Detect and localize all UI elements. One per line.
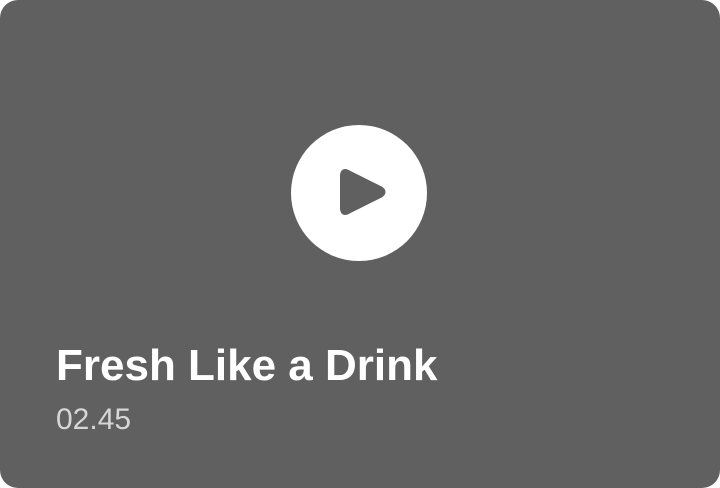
video-card[interactable]: Fresh Like a Drink 02.45 [0,0,720,488]
video-title: Fresh Like a Drink [56,341,438,390]
play-button[interactable] [291,125,427,261]
play-icon [340,169,386,215]
video-duration: 02.45 [56,403,132,436]
